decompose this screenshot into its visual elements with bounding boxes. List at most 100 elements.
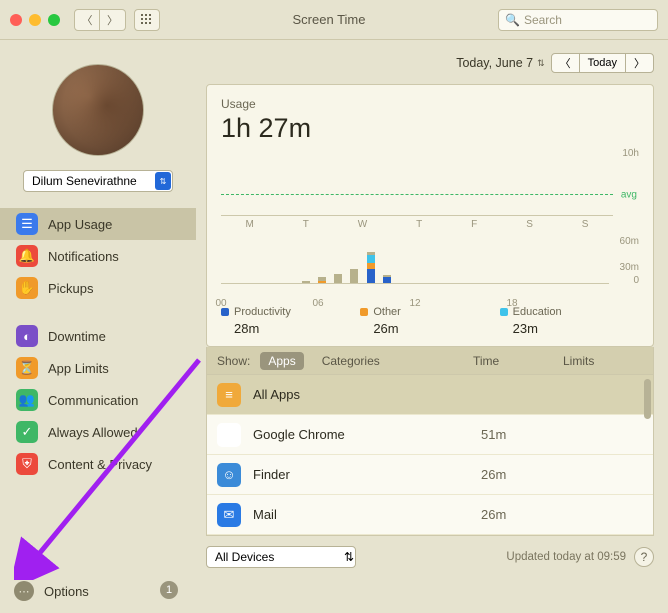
y-tick: 60m <box>620 236 639 247</box>
hourglass-icon: ⏳ <box>16 357 38 379</box>
window-controls <box>10 14 60 26</box>
date-picker[interactable]: Today, June 7 ⇅ <box>456 56 544 70</box>
legend-swatch <box>500 308 508 316</box>
weekly-chart: 10h avg MTWTFSS <box>221 150 639 230</box>
y-tick: 30m <box>620 262 639 273</box>
legend-item: Other 26m <box>360 306 499 336</box>
legend-label: Other <box>373 306 401 318</box>
zoom-icon[interactable] <box>48 14 60 26</box>
sidebar-item-pickups[interactable]: ✋ Pickups <box>0 272 196 304</box>
tab-apps[interactable]: Apps <box>260 352 303 370</box>
y-tick: 10h <box>622 148 639 159</box>
table-row[interactable]: ✉ Mail 26m <box>207 495 653 535</box>
x-tick: 06 <box>312 298 323 309</box>
date-label: Today, June 7 <box>456 56 533 70</box>
prev-day-button[interactable]: 〈 <box>551 53 580 73</box>
col-time: Time <box>473 354 553 368</box>
window-title: Screen Time <box>160 12 498 27</box>
back-button[interactable]: 〈 <box>74 9 100 31</box>
avatar[interactable] <box>52 64 144 156</box>
options-button[interactable]: ⋯ Options <box>14 581 89 601</box>
app-time: 26m <box>481 467 571 482</box>
y-tick: 0 <box>633 275 639 286</box>
sidebar-item-label: Always Allowed <box>48 425 138 440</box>
check-icon: ✓ <box>16 421 38 443</box>
app-name: Mail <box>253 507 469 522</box>
updated-label: Updated today at 09:59 <box>364 551 626 563</box>
sidebar-item-label: App Usage <box>48 217 112 232</box>
app-icon: ☺ <box>217 463 241 487</box>
sidebar: Dilum Senevirathne ⇅ ☰ App Usage 🔔Notifica… <box>0 40 196 613</box>
device-select[interactable]: All Devices ⇅ <box>206 546 356 568</box>
user-name: Dilum Senevirathne <box>32 174 137 188</box>
show-bar: Show: Apps Categories Time Limits <box>206 347 654 375</box>
clock-icon: ◐ <box>16 325 38 347</box>
legend-swatch <box>221 308 229 316</box>
legend-item: Education 23m <box>500 306 639 336</box>
user-select[interactable]: Dilum Senevirathne ⇅ <box>23 170 173 192</box>
hand-icon: ✋ <box>16 277 38 299</box>
today-button[interactable]: Today <box>580 53 625 73</box>
show-label: Show: <box>217 354 250 368</box>
legend-value: 26m <box>373 321 499 336</box>
sidebar-item-label: Content & Privacy <box>48 457 152 472</box>
sidebar-item-downtime[interactable]: ◐ Downtime <box>0 320 196 352</box>
minimize-icon[interactable] <box>29 14 41 26</box>
search-input[interactable]: 🔍 Search <box>498 9 658 31</box>
sidebar-item-notifications[interactable]: 🔔Notifications <box>0 240 196 272</box>
forward-button[interactable]: 〉 <box>100 9 126 31</box>
sidebar-item-app-limits[interactable]: ⏳ App Limits <box>0 352 196 384</box>
sidebar-item-label: App Limits <box>48 361 109 376</box>
sidebar-item-label: Downtime <box>48 329 106 344</box>
app-name: Finder <box>253 467 469 482</box>
sidebar-item-content-privacy[interactable]: ⛨Content & Privacy <box>0 448 196 480</box>
x-tick: F <box>471 219 477 230</box>
chevron-updown-icon: ⇅ <box>155 172 171 190</box>
options-badge: 1 <box>160 581 178 599</box>
sidebar-item-label: Communication <box>48 393 138 408</box>
ellipsis-icon: ⋯ <box>14 581 34 601</box>
scrollbar[interactable] <box>644 379 651 419</box>
table-row[interactable]: ≡ All Apps <box>207 375 653 415</box>
people-icon: 👥 <box>16 389 38 411</box>
legend-value: 28m <box>234 321 360 336</box>
legend-value: 23m <box>513 321 639 336</box>
legend-label: Education <box>513 306 562 318</box>
col-limits: Limits <box>563 354 643 368</box>
sidebar-item-communication[interactable]: 👥 Communication <box>0 384 196 416</box>
device-label: All Devices <box>215 550 274 564</box>
table-row[interactable]: ◉Google Chrome51m <box>207 415 653 455</box>
sidebar-item-always-allowed[interactable]: ✓ Always Allowed <box>0 416 196 448</box>
tab-categories[interactable]: Categories <box>314 352 388 370</box>
avg-label: avg <box>621 190 637 201</box>
bars-icon: ☰ <box>16 213 38 235</box>
app-table: ≡ All Apps ◉Google Chrome51m ☺ Finder 26m ✉ Mai… <box>206 375 654 536</box>
sidebar-item-app-usage[interactable]: ☰ App Usage <box>0 208 196 240</box>
chevron-updown-icon: ⇅ <box>537 58 545 69</box>
app-name: All Apps <box>253 387 469 402</box>
x-tick: W <box>358 219 367 230</box>
usage-card: Usage 1h 27m 10h avg MTWTFSS 60m 30m 0 0… <box>206 84 654 347</box>
next-day-button[interactable]: 〉 <box>625 53 654 73</box>
grid-view-button[interactable] <box>134 9 160 31</box>
help-button[interactable]: ? <box>634 547 654 567</box>
legend-label: Productivity <box>234 306 291 318</box>
app-icon: ≡ <box>217 383 241 407</box>
legend-swatch <box>360 308 368 316</box>
sidebar-item-label: Pickups <box>48 281 94 296</box>
close-icon[interactable] <box>10 14 22 26</box>
x-tick: 18 <box>506 298 517 309</box>
hourly-chart: 60m 30m 0 00061218 <box>221 238 639 298</box>
app-time: 51m <box>481 427 571 442</box>
search-icon: 🔍 <box>505 13 520 27</box>
legend-item: Productivity 28m <box>221 306 360 336</box>
app-time: 26m <box>481 507 571 522</box>
content: Today, June 7 ⇅ 〈 Today 〉 Usage 1h 27m 1… <box>196 40 668 613</box>
usage-heading: Usage <box>221 97 639 111</box>
x-tick: T <box>416 219 422 230</box>
table-row[interactable]: ☺ Finder 26m <box>207 455 653 495</box>
x-tick: S <box>526 219 533 230</box>
app-icon: ✉ <box>217 503 241 527</box>
chart-legend: Productivity 28m Other 26m Education 23m <box>221 306 639 336</box>
x-tick: 00 <box>215 298 226 309</box>
